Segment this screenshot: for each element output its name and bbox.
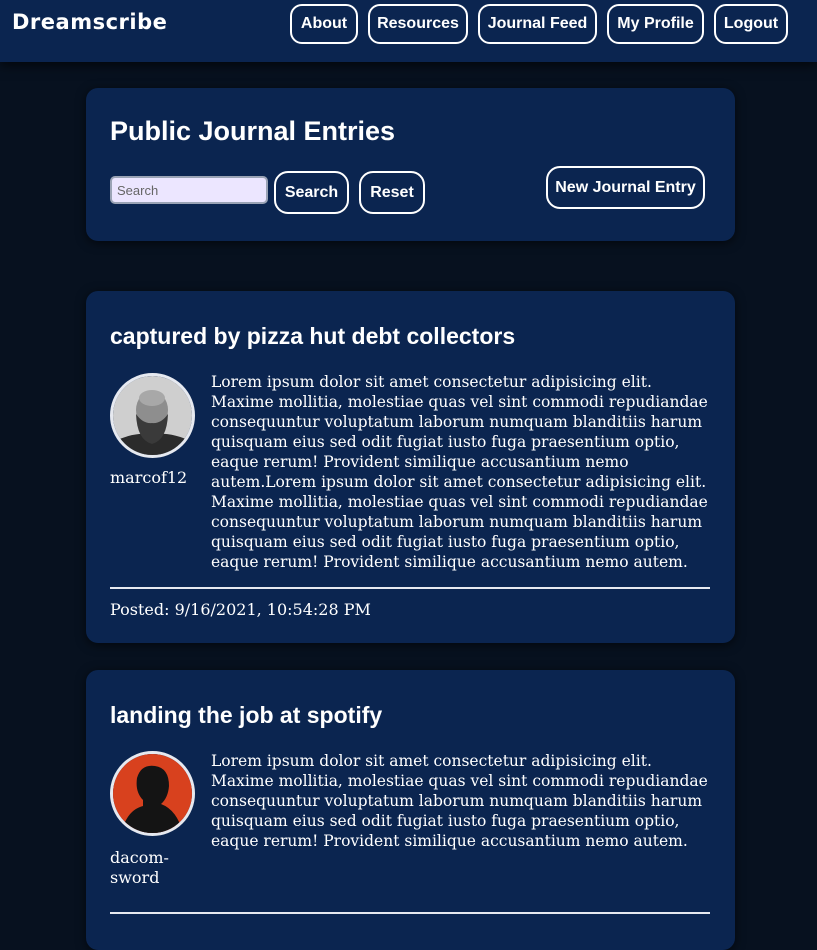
search-button[interactable]: Search <box>274 171 349 214</box>
entry-body: Lorem ipsum dolor sit amet consectetur a… <box>211 373 708 571</box>
journal-entry-card: captured by pizza hut debt collectors ma… <box>86 291 735 643</box>
entry-title: landing the job at spotify <box>110 702 383 728</box>
nav-about-button[interactable]: About <box>290 4 358 44</box>
journal-entry-card: landing the job at spotify dacom-sword L… <box>86 670 735 950</box>
nav-resources-button[interactable]: Resources <box>368 4 468 44</box>
entry-divider <box>110 912 710 914</box>
entry-author[interactable]: dacom-sword <box>110 848 170 888</box>
nav-logout-button[interactable]: Logout <box>714 4 788 44</box>
search-input[interactable] <box>110 176 268 204</box>
entry-title: captured by pizza hut debt collectors <box>110 323 516 349</box>
nav-journal-feed-button[interactable]: Journal Feed <box>478 4 597 44</box>
page-title: Public Journal Entries <box>110 116 396 146</box>
entry-posted-timestamp: Posted: 9/16/2021, 10:54:28 PM <box>110 600 371 619</box>
entry-author[interactable]: marcof12 <box>110 468 190 488</box>
new-journal-entry-button[interactable]: New Journal Entry <box>546 166 705 209</box>
brand-logo[interactable]: Dreamscribe <box>12 10 167 34</box>
reset-button[interactable]: Reset <box>359 171 425 214</box>
journal-header-card: Public Journal Entries Search Reset New … <box>86 88 735 241</box>
top-navbar: Dreamscribe About Resources Journal Feed… <box>0 0 817 62</box>
entry-divider <box>110 587 710 589</box>
bald-bearded-man-avatar-icon[interactable] <box>110 373 195 458</box>
silhouette-red-background-avatar-icon[interactable] <box>110 751 195 836</box>
nav-my-profile-button[interactable]: My Profile <box>607 4 704 44</box>
entry-body: Lorem ipsum dolor sit amet consectetur a… <box>211 752 708 850</box>
